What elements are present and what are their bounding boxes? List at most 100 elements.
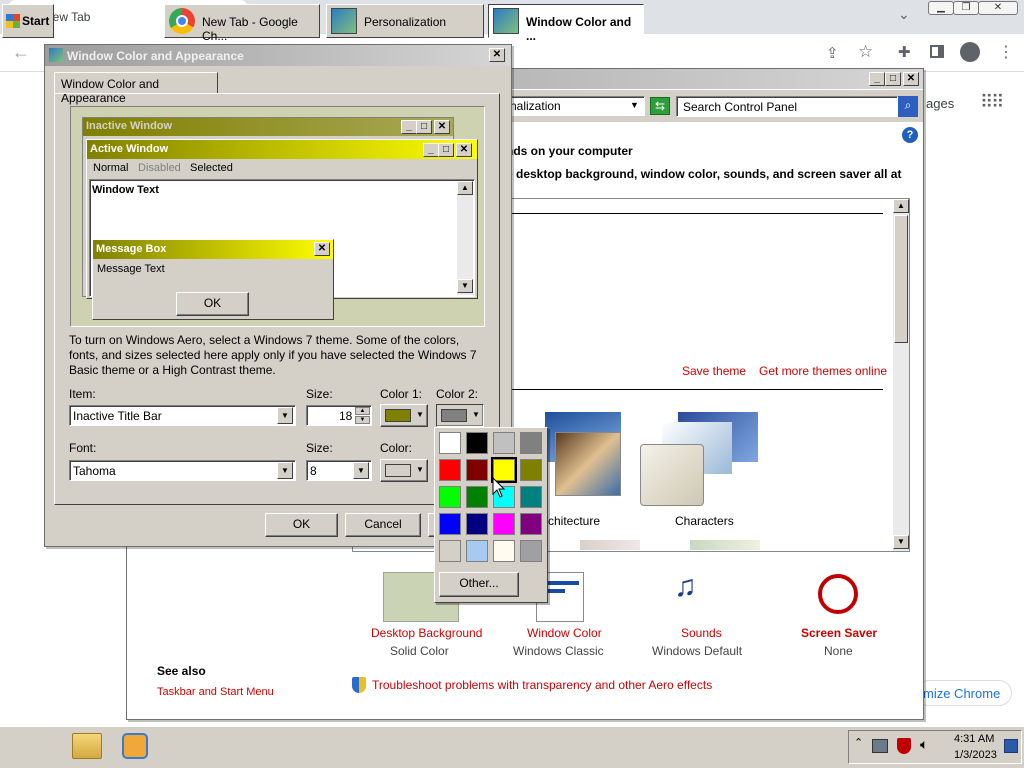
font-color-label: Color: [380, 441, 413, 455]
show-desktop-icon[interactable] [1004, 739, 1018, 753]
taskbar-start-menu-link[interactable]: Taskbar and Start Menu [157, 686, 274, 698]
color-swatch[interactable] [439, 459, 461, 481]
color-swatch[interactable] [439, 540, 461, 562]
color1-button[interactable]: ▼ [380, 404, 428, 427]
color-swatch[interactable] [520, 513, 542, 535]
share-icon[interactable]: ⇪ [826, 44, 839, 62]
start-button[interactable]: Start [2, 4, 54, 38]
color-swatch[interactable] [466, 513, 488, 535]
taskbar-task-window-color[interactable]: Window Color and ... [488, 4, 644, 43]
color-swatch[interactable] [439, 513, 461, 535]
sounds-link[interactable]: Sounds [681, 626, 722, 640]
screen-saver-icon[interactable] [818, 574, 858, 614]
screen-saver-link[interactable]: Screen Saver [801, 626, 877, 640]
color-swatch[interactable] [520, 540, 542, 562]
desktop-background-link[interactable]: Desktop Background [371, 626, 482, 640]
other-color-button[interactable]: Other... [439, 572, 519, 597]
dialog-titlebar[interactable]: Window Color and Appearance [45, 45, 511, 66]
spinner-down-icon[interactable]: ▼ [355, 416, 370, 424]
tab-window-color[interactable]: Window Color and Appearance [54, 72, 218, 105]
mouse-cursor-icon [492, 477, 506, 498]
profile-avatar-icon[interactable] [960, 42, 980, 62]
cancel-button[interactable]: Cancel [345, 513, 421, 537]
save-theme-link[interactable]: Save theme [682, 364, 746, 378]
color-swatch[interactable] [520, 486, 542, 508]
color-swatch[interactable] [493, 432, 515, 454]
characters-theme-thumbnail[interactable] [638, 412, 760, 508]
personalization-maximize-button[interactable]: □ [885, 72, 901, 86]
chevron-down-icon[interactable]: ▼ [277, 462, 293, 479]
clock-time[interactable]: 4:31 AM [954, 733, 994, 745]
color-swatch[interactable] [466, 540, 488, 562]
color-swatch[interactable] [520, 459, 542, 481]
ok-button[interactable]: OK [265, 513, 338, 537]
preview-active-titlebar: Active Window [87, 140, 477, 159]
tray-expand-icon[interactable]: ⌃ [854, 736, 863, 749]
taskbar-task-chrome[interactable]: New Tab - Google Ch... [164, 4, 320, 43]
taskbar-task-personalization[interactable]: Personalization [326, 4, 484, 38]
google-apps-text[interactable]: ages [926, 96, 954, 111]
chrome-menu-icon[interactable]: ⋮ [998, 42, 1014, 62]
dialog-close-button[interactable]: ✕ [489, 48, 505, 62]
color-swatch[interactable] [466, 486, 488, 508]
chevron-down-icon[interactable]: ▼ [353, 462, 369, 479]
color-swatch[interactable] [520, 432, 542, 454]
themes-thumbnail-row [690, 540, 760, 550]
font-color-button[interactable]: ▼ [380, 459, 428, 482]
preview-message-close-icon: ✕ [314, 242, 330, 256]
customize-chrome-button[interactable]: mize Chrome [916, 680, 1012, 706]
color-swatch[interactable] [466, 432, 488, 454]
side-panel-icon[interactable] [930, 45, 944, 58]
color-swatch[interactable] [493, 540, 515, 562]
color-swatch[interactable] [466, 459, 488, 481]
color2-button[interactable]: ▼ [436, 404, 484, 427]
personalization-close-button[interactable]: ✕ [903, 72, 919, 86]
bookmark-star-icon[interactable]: ☆ [858, 42, 873, 62]
see-also-heading: See also [157, 664, 206, 678]
security-alert-icon[interactable] [897, 738, 911, 754]
architecture-theme-thumbnail[interactable] [545, 412, 623, 504]
refresh-icon[interactable]: ⇆ [650, 97, 670, 115]
google-apps-icon[interactable]: ⠿⠿ [980, 92, 1004, 113]
help-icon[interactable]: ? [902, 127, 918, 143]
windows-logo-icon [6, 14, 20, 28]
themes-divider [508, 213, 883, 214]
color-swatch[interactable] [439, 486, 461, 508]
sounds-icon[interactable]: ♫ [674, 570, 697, 604]
volume-icon[interactable]: 🔈︎ [920, 736, 928, 753]
search-icon[interactable]: ⌕ [898, 96, 918, 117]
chevron-down-icon[interactable]: ▼ [277, 407, 293, 424]
restore-button[interactable]: ❐ [953, 1, 979, 15]
back-arrow-icon[interactable]: ← [12, 42, 30, 63]
get-more-themes-link[interactable]: Get more themes online [759, 364, 887, 378]
minimize-button[interactable]: ▁ [928, 1, 954, 15]
close-button[interactable]: ✕ [978, 1, 1018, 15]
file-explorer-icon[interactable] [72, 733, 102, 759]
network-icon[interactable] [872, 739, 888, 753]
troubleshoot-link[interactable]: Troubleshoot problems with transparency … [372, 678, 712, 692]
chevron-down-icon: ▼ [472, 410, 480, 419]
color-swatch[interactable] [439, 432, 461, 454]
media-player-icon[interactable] [122, 733, 148, 759]
extensions-icon[interactable]: ✚ [898, 43, 911, 61]
font-size-select[interactable]: 8 ▼ [306, 460, 372, 481]
spinner-up-icon[interactable]: ▲ [355, 407, 370, 415]
item-select[interactable]: Inactive Title Bar ▼ [69, 405, 296, 426]
window-color-link[interactable]: Window Color [527, 626, 602, 640]
scroll-thumb[interactable] [894, 215, 908, 343]
search-input[interactable]: Search Control Panel [676, 96, 898, 117]
color-swatch[interactable] [493, 513, 515, 535]
font-select[interactable]: Tahoma ▼ [69, 460, 296, 481]
other-color-label: Other... [459, 576, 499, 590]
preview-menu-selected: Selected [190, 162, 233, 174]
tab-search-icon[interactable]: ⌄ [898, 6, 910, 23]
scroll-down-button[interactable]: ▼ [893, 535, 909, 549]
address-bar[interactable]: nalization ▼ [505, 96, 645, 116]
clock-date[interactable]: 1/3/2023 [954, 749, 997, 761]
item-size-spinner[interactable]: 18 ▲ ▼ [306, 405, 372, 426]
scroll-up-button[interactable]: ▲ [893, 199, 909, 213]
address-dropdown-icon[interactable]: ▼ [630, 100, 639, 110]
taskbar-task-chrome-label: New Tab - Google Ch... [202, 15, 298, 43]
themes-scrollbar[interactable]: ▲ ▼ [893, 199, 909, 551]
personalization-minimize-button[interactable]: _ [869, 72, 885, 86]
